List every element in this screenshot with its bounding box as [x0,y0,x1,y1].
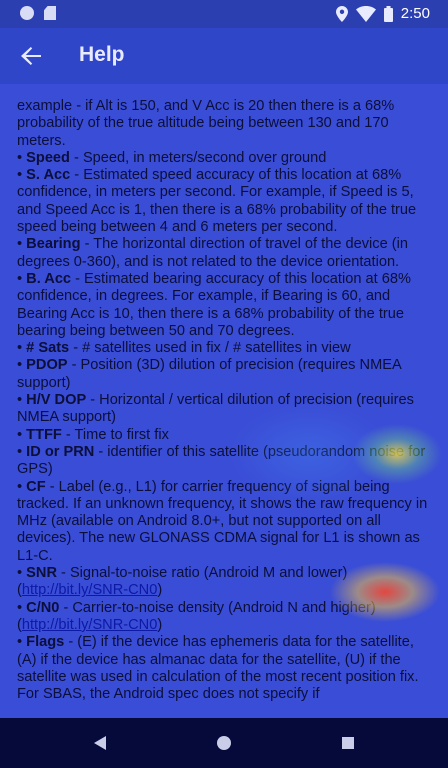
circle-notification-icon [20,6,34,20]
system-nav-bar [0,718,448,768]
back-button[interactable] [16,42,46,70]
page-title: Help [79,43,125,66]
help-item-speed: • Speed - Speed, in meters/second over g… [17,149,327,166]
help-item-bearing-accuracy: • B. Acc - Estimated bearing accuracy of… [17,270,411,339]
snr-link[interactable]: http://bit.ly/SNR-CN0 [22,582,157,598]
app-bar: Help [0,28,448,84]
cn0-link[interactable]: http://bit.ly/SNR-CN0 [22,617,157,633]
help-content[interactable]: example - if Alt is 150, and V Acc is 20… [0,84,448,718]
help-item-bearing: • Bearing - The horizontal direction of … [17,236,408,270]
arrow-back-icon [21,47,41,65]
help-item-snr: • SNR - Signal-to-noise ratio (Android M… [17,565,348,599]
recents-square-icon[interactable] [340,735,356,751]
help-item-pdop: • PDOP - Position (3D) dilution of preci… [17,357,401,391]
help-intro: example - if Alt is 150, and V Acc is 20… [17,98,395,149]
help-item-ttff: • TTFF - Time to first fix [17,426,169,443]
help-text: example - if Alt is 150, and V Acc is 20… [17,98,437,703]
back-triangle-icon[interactable] [92,735,108,751]
help-item-flags: • Flags - (E) if the device has ephemeri… [17,634,419,703]
help-item-cn0: • C/N0 - Carrier-to-noise density (Andro… [17,599,376,633]
help-item-speed-accuracy: • S. Acc - Estimated speed accuracy of t… [17,167,417,236]
help-item-sats: • # Sats - # satellites used in fix / # … [17,340,351,357]
home-circle-icon[interactable] [216,735,232,751]
wifi-icon [355,5,376,22]
status-time: 2:50 [400,5,430,22]
help-item-cf: • CF - Label (e.g., L1) for carrier freq… [17,478,428,564]
help-item-hv-dop: • H/V DOP - Horizontal / vertical diluti… [17,392,414,426]
location-icon [335,5,348,22]
status-bar: 2:50 [0,0,448,28]
battery-icon [383,5,393,22]
sd-card-icon [44,6,56,20]
help-item-id-prn: • ID or PRN - identifier of this satelli… [17,443,426,478]
